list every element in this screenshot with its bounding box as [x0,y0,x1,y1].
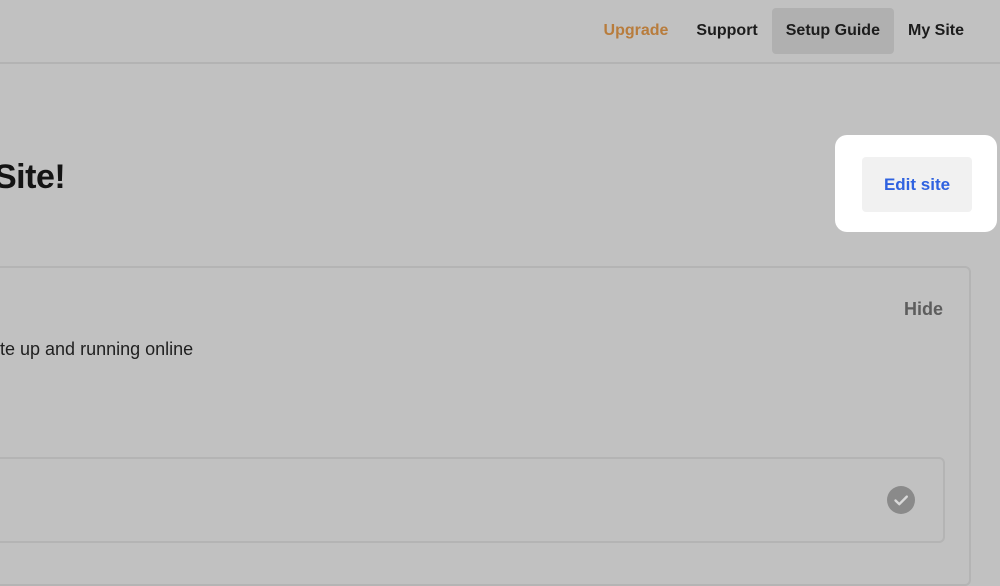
nav-support[interactable]: Support [682,8,771,54]
edit-site-highlight: Edit site [835,135,997,232]
check-circle-icon [887,486,915,514]
page-title: Site! [0,158,66,196]
nav-upgrade[interactable]: Upgrade [590,8,683,54]
edit-site-button[interactable]: Edit site [862,157,972,212]
checkmark-icon [894,495,908,506]
nav-my-site[interactable]: My Site [894,8,978,54]
nav-setup-guide[interactable]: Setup Guide [771,8,894,54]
hide-guide-button[interactable]: Hide [904,299,943,320]
top-nav-menu: Upgrade Support Setup Guide My Site [590,8,978,54]
guide-description: te up and running online [0,339,194,359]
top-navigation-bar: Upgrade Support Setup Guide My Site [0,0,1000,64]
setup-task-row[interactable] [0,457,945,543]
